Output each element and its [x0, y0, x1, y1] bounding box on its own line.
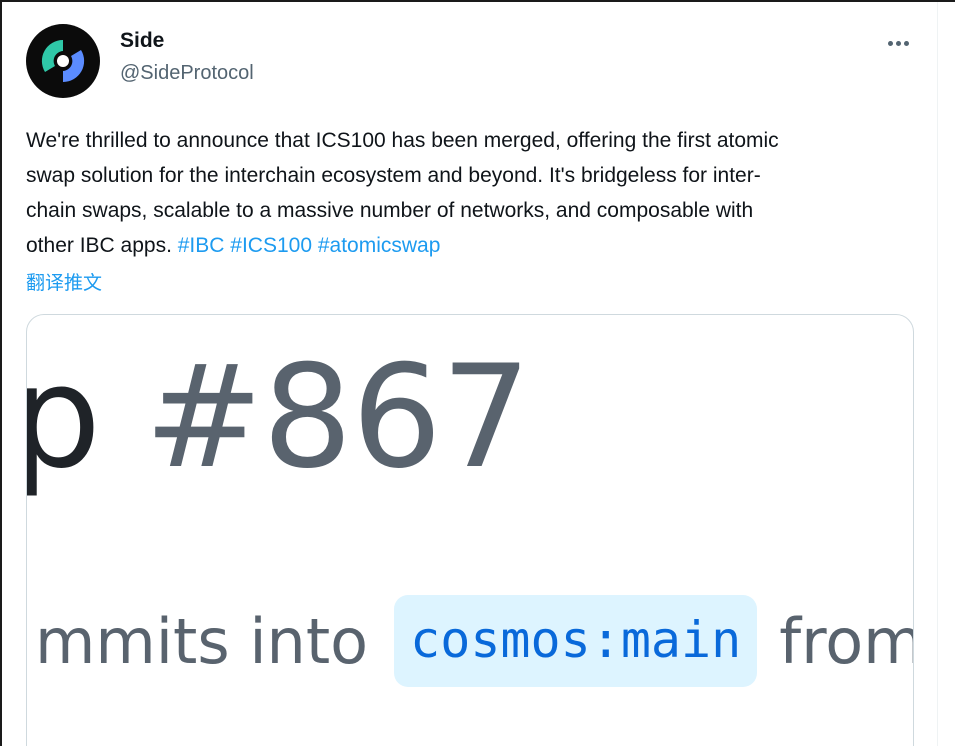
side-protocol-logo-icon [41, 39, 85, 83]
tweet-text-line: other IBC apps. #IBC #ICS100 #atomicswap [26, 228, 906, 263]
pr-subtitle-before: mmits into [35, 604, 369, 678]
tweet-text-segment: other IBC apps. [26, 234, 178, 257]
tweet-card: Side @SideProtocol We're thrilled to ann… [0, 0, 955, 746]
pr-title-fragment: p [27, 335, 144, 500]
tweet-text-line: We're thrilled to announce that ICS100 h… [26, 129, 779, 152]
tweet-text: We're thrilled to announce that ICS100 h… [26, 123, 906, 263]
tweet-text-line: chain swaps, scalable to a massive numbe… [26, 199, 754, 222]
author-display-name[interactable]: Side [120, 29, 164, 53]
pr-number: #867 [144, 335, 531, 500]
avatar[interactable] [26, 24, 100, 98]
branch-badge: cosmos:main [394, 595, 758, 687]
more-options-button[interactable] [878, 28, 918, 58]
pr-subtitle: mmits into cosmos:main from [35, 595, 914, 687]
tweet-media-image[interactable]: p #867 mmits into cosmos:main from [26, 314, 914, 746]
hashtag-ibc[interactable]: #IBC [178, 234, 225, 257]
hashtag-atomicswap[interactable]: #atomicswap [318, 234, 441, 257]
translate-tweet-link[interactable]: 翻译推文 [26, 268, 102, 295]
column-divider [937, 2, 938, 746]
tweet-text-line: swap solution for the interchain ecosyst… [26, 164, 761, 187]
more-horizontal-icon [886, 40, 910, 46]
author-handle[interactable]: @SideProtocol [120, 62, 254, 85]
hashtag-ics100[interactable]: #ICS100 [230, 234, 312, 257]
pr-title: p #867 [27, 335, 531, 500]
pr-subtitle-after: from [779, 604, 914, 678]
